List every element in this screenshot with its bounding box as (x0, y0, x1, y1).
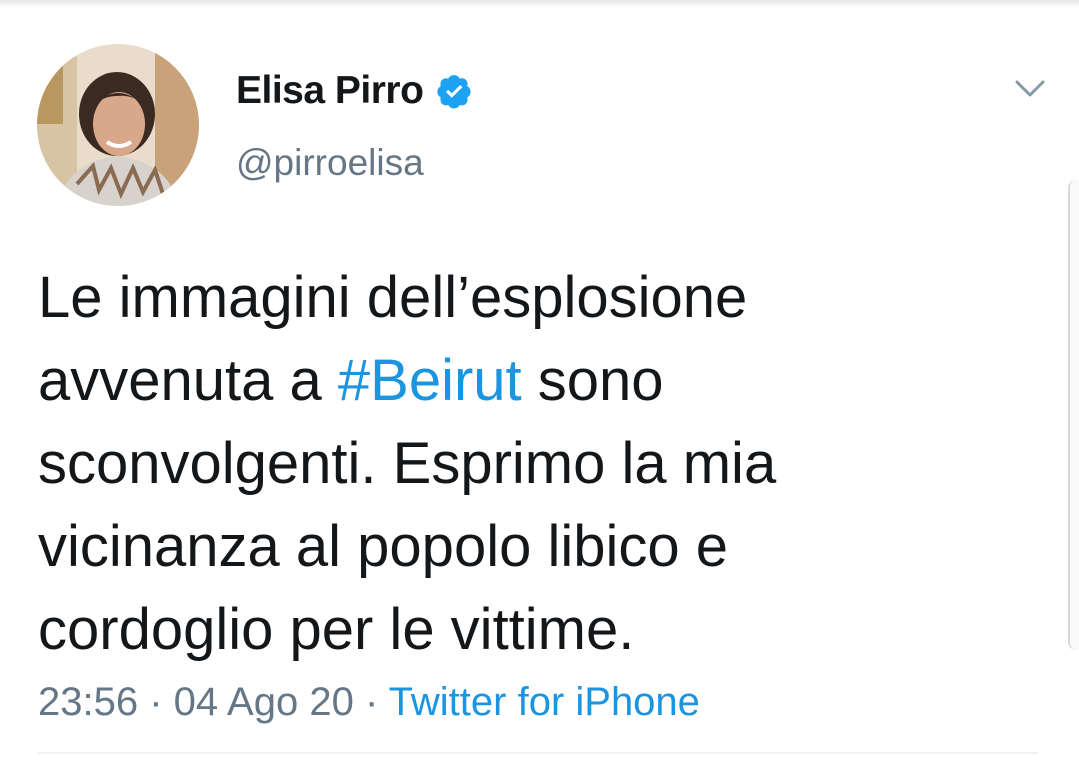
author-display-name[interactable]: Elisa Pirro (236, 69, 424, 113)
tweet-line-2-start: avvenuta a (38, 348, 338, 413)
tweet-line-4: vicinanza al popolo libico e (38, 514, 728, 579)
tweet-date[interactable]: 04 Ago 20 (174, 680, 354, 724)
scrollbar-edge (1068, 180, 1079, 650)
hashtag-link[interactable]: #Beirut (338, 348, 522, 413)
tweet-line-3: sconvolgenti. Esprimo la mia (38, 431, 777, 496)
tweet-line-1: Le immagini dell’esplosione (38, 265, 748, 330)
author-handle[interactable]: @pirroelisa (236, 142, 424, 184)
top-divider (0, 0, 1079, 7)
tweet-source-link[interactable]: Twitter for iPhone (389, 680, 700, 724)
verified-badge-icon (435, 72, 473, 110)
chevron-down-icon[interactable] (1014, 74, 1046, 102)
tweet-line-2-end: sono (521, 348, 664, 413)
avatar-photo (37, 44, 199, 206)
avatar[interactable] (37, 44, 199, 206)
meta-separator: · (138, 680, 174, 724)
tweet-screenshot: Elisa Pirro @pirroelisa Le immagini dell… (0, 0, 1079, 765)
tweet-text: Le immagini dell’esplosione avvenuta a #… (38, 256, 1058, 671)
tweet-meta: 23:56 · 04 Ago 20 · Twitter for iPhone (38, 680, 700, 725)
tweet-time[interactable]: 23:56 (38, 680, 138, 724)
meta-separator-2: · (353, 680, 389, 724)
author-name-row[interactable]: Elisa Pirro (236, 68, 473, 114)
bottom-divider (38, 752, 1038, 754)
tweet-line-2: avvenuta a #Beirut sono (38, 339, 1058, 422)
tweet-line-5: cordoglio per le vittime. (38, 597, 635, 662)
